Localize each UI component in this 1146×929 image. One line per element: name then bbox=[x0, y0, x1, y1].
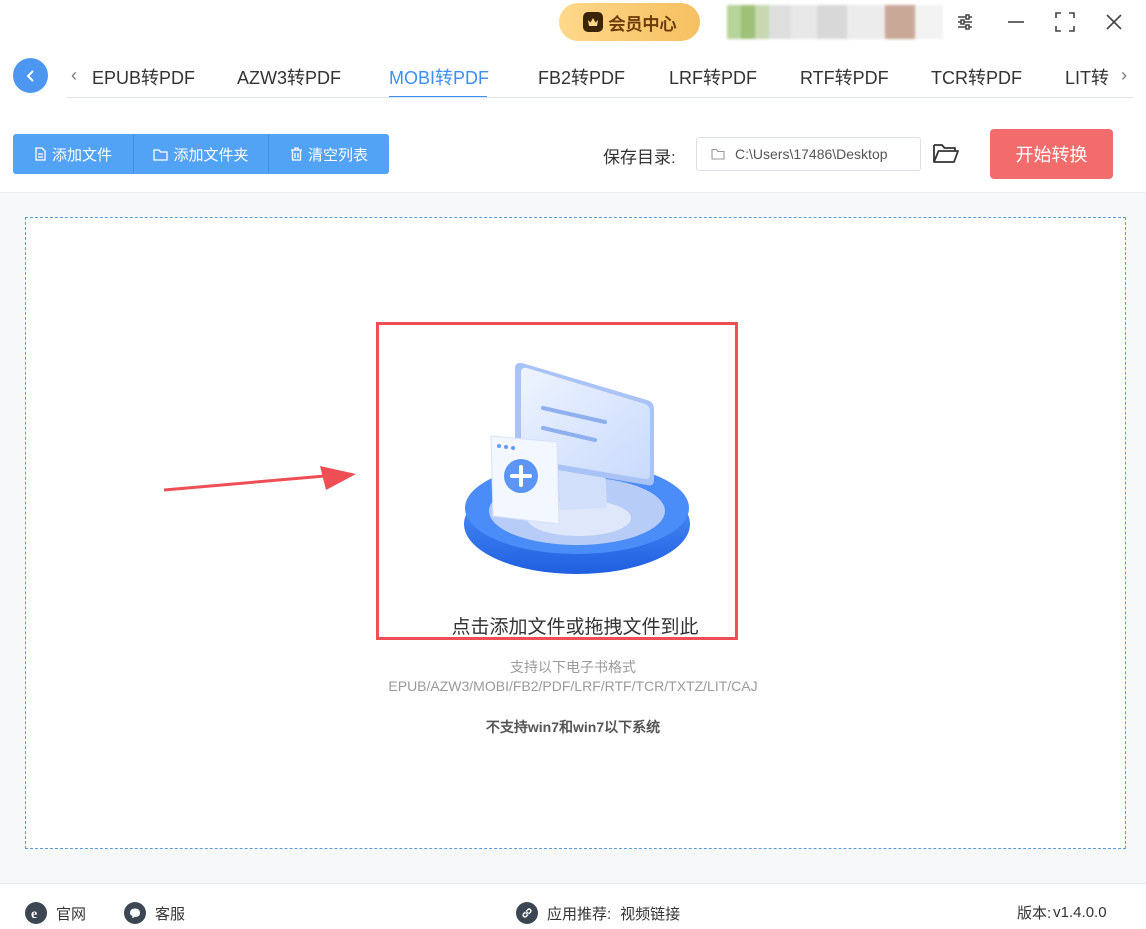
folder-icon bbox=[153, 148, 169, 161]
add-file-label: 添加文件 bbox=[51, 146, 112, 164]
chevron-left-icon bbox=[26, 69, 34, 82]
tab-fb2-pdf[interactable]: FB2转PDF bbox=[538, 64, 625, 90]
tab-tcr-pdf[interactable]: TCR转PDF bbox=[931, 64, 1022, 90]
folder-small-icon bbox=[711, 148, 725, 160]
tab-lrf-pdf[interactable]: LRF转PDF bbox=[669, 64, 757, 90]
title-bar: 会员中心 bbox=[0, 0, 1146, 46]
recommend-link[interactable]: 视频链接 bbox=[620, 903, 680, 924]
vip-center-button[interactable]: 会员中心 bbox=[559, 3, 700, 41]
trash-icon bbox=[290, 147, 302, 161]
chat-icon bbox=[124, 902, 146, 924]
format-tabs: EPUB转PDF AZW3转PDF MOBI转PDF FB2转PDF LRF转P… bbox=[67, 50, 1133, 98]
tab-rtf-pdf[interactable]: RTF转PDF bbox=[800, 64, 889, 90]
add-folder-button[interactable]: 添加文件夹 bbox=[134, 134, 269, 174]
website-link[interactable]: e 官网 bbox=[25, 902, 86, 924]
crown-icon bbox=[582, 12, 603, 32]
save-dir-label: 保存目录: bbox=[603, 148, 676, 167]
file-icon bbox=[35, 147, 46, 161]
clear-list-label: 清空列表 bbox=[307, 146, 368, 164]
supported-formats-list: EPUB/AZW3/MOBI/FB2/PDF/LRF/RTF/TCR/TXTZ/… bbox=[388, 678, 758, 694]
add-file-button[interactable]: 添加文件 bbox=[13, 134, 134, 174]
customer-service-link[interactable]: 客服 bbox=[124, 902, 185, 924]
browser-icon: e bbox=[25, 902, 47, 924]
minimize-icon[interactable] bbox=[1003, 9, 1029, 35]
tab-azw3-pdf[interactable]: AZW3转PDF bbox=[237, 64, 341, 90]
system-warning: 不支持win7和win7以下系统 bbox=[485, 719, 661, 735]
recommend-label: 应用推荐: bbox=[547, 905, 612, 923]
settings-icon[interactable] bbox=[952, 9, 978, 35]
close-icon[interactable] bbox=[1101, 9, 1127, 35]
footer: e 官网 客服 应用推荐: 视频链接 版本: v1.4.0.0 bbox=[0, 884, 1146, 929]
browse-folder-icon[interactable] bbox=[932, 141, 960, 167]
add-folder-label: 添加文件夹 bbox=[173, 146, 249, 164]
svg-text:e: e bbox=[31, 907, 37, 920]
back-button[interactable] bbox=[13, 58, 48, 93]
link-icon bbox=[516, 902, 538, 924]
customer-service-label: 客服 bbox=[155, 905, 186, 923]
active-tab-indicator bbox=[389, 96, 487, 97]
app-recommend: 应用推荐: 视频链接 bbox=[516, 902, 680, 924]
clear-list-button[interactable]: 清空列表 bbox=[269, 134, 389, 174]
start-convert-button[interactable]: 开始转换 bbox=[990, 129, 1113, 179]
supported-formats-title: 支持以下电子书格式 bbox=[510, 659, 636, 675]
maximize-icon[interactable] bbox=[1052, 9, 1078, 35]
red-arrow-annotation bbox=[163, 466, 356, 492]
save-dir-field[interactable]: C:\Users\17486\Desktop bbox=[696, 137, 921, 171]
file-button-group: 添加文件 添加文件夹 清空列表 bbox=[13, 134, 389, 174]
vip-center-label: 会员中心 bbox=[608, 14, 677, 34]
tab-mobi-pdf[interactable]: MOBI转PDF bbox=[389, 64, 489, 90]
website-label: 官网 bbox=[56, 905, 87, 923]
version-label: 版本: bbox=[1017, 905, 1052, 922]
tab-epub-pdf[interactable]: EPUB转PDF bbox=[92, 64, 195, 90]
drop-zone-title: 点击添加文件或拖拽文件到此 bbox=[451, 617, 699, 638]
tab-lit[interactable]: LIT转 bbox=[1065, 64, 1109, 90]
version-value: v1.4.0.0 bbox=[1053, 904, 1107, 921]
computer-upload-illustration bbox=[464, 362, 690, 574]
version-info: 版本: v1.4.0.0 bbox=[1017, 902, 1107, 923]
save-dir-value: C:\Users\17486\Desktop bbox=[735, 146, 888, 162]
user-avatar-blurred[interactable] bbox=[727, 5, 949, 39]
